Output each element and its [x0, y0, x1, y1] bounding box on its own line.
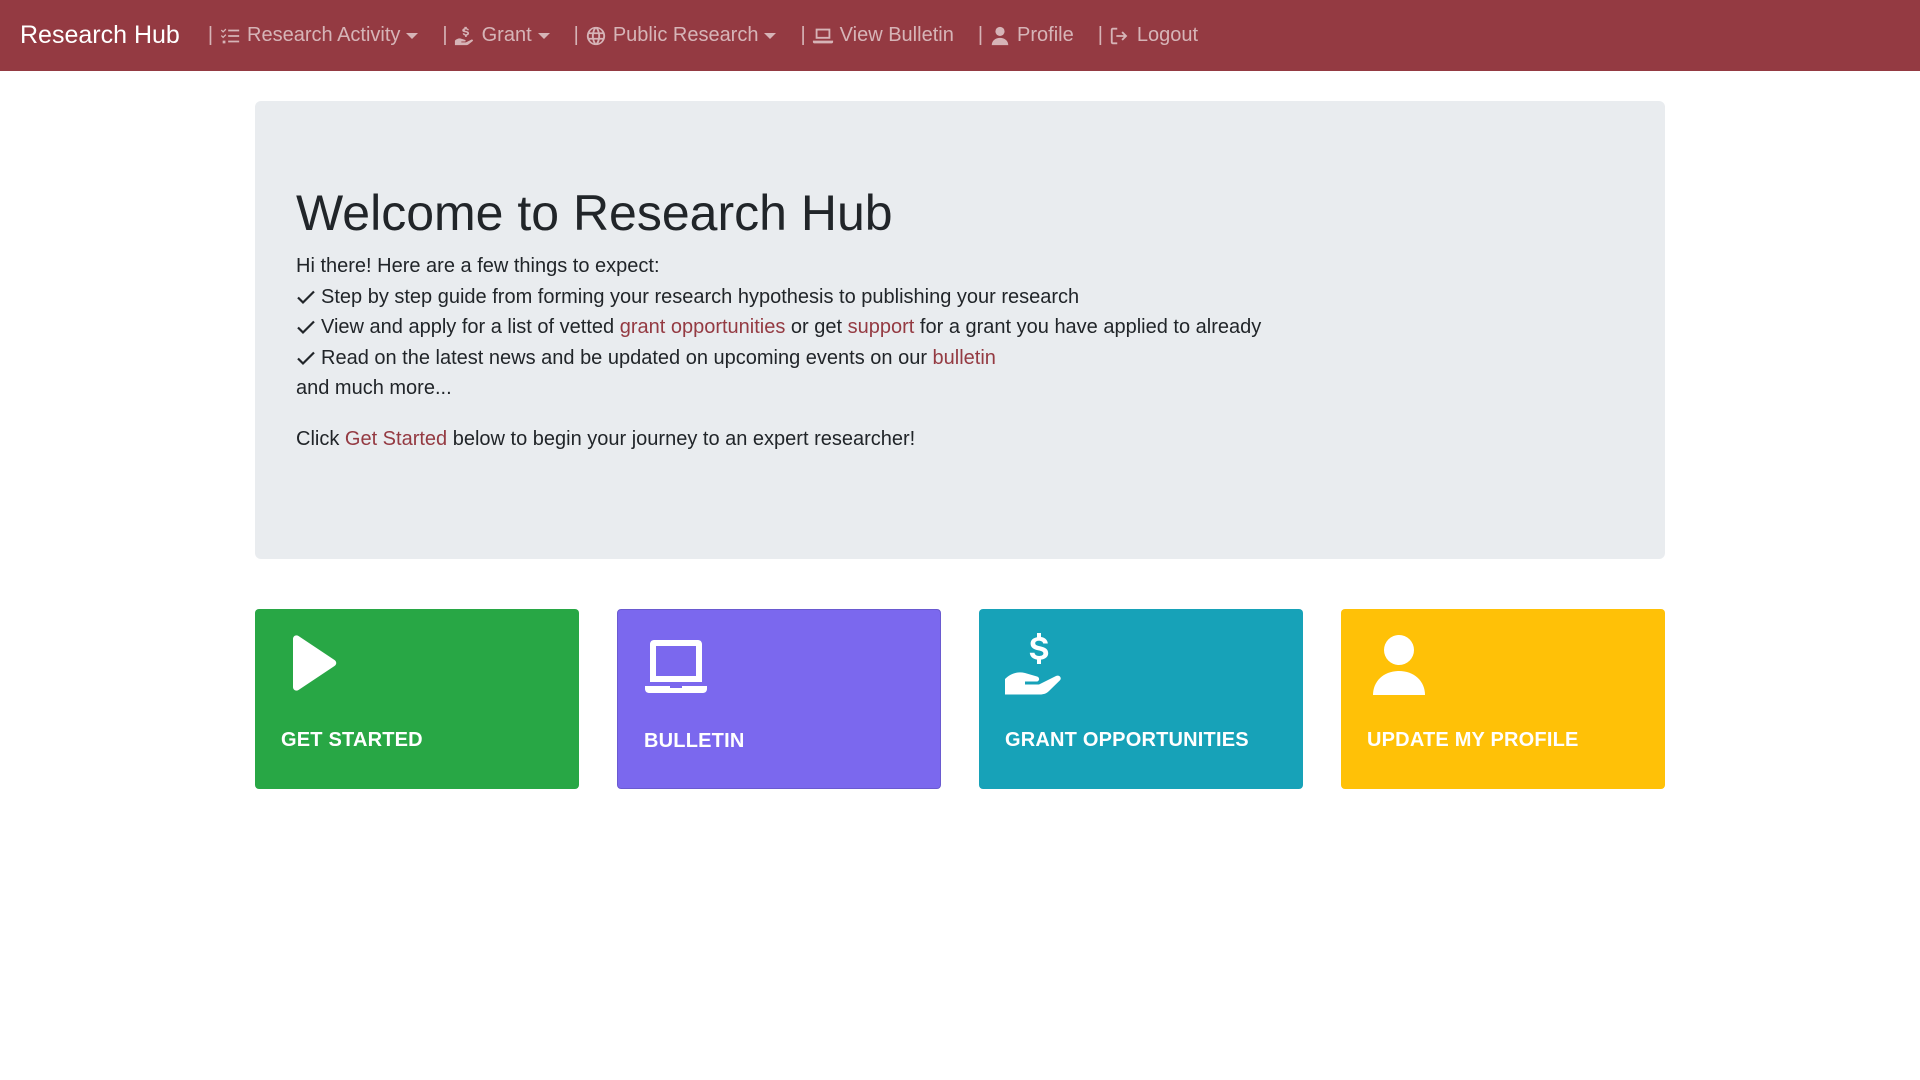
user-icon: [1367, 633, 1431, 697]
nav-separator: |: [800, 24, 806, 46]
feature-text-part: for a grant you have applied to already: [914, 316, 1262, 338]
quick-action-cards: GET STARTED BULLETIN GRANT OPPORTUNITIES…: [255, 609, 1665, 789]
intro-text: Hi there! Here are a few things to expec…: [296, 251, 1624, 282]
card-label: GRANT OPPORTUNITIES: [1005, 729, 1249, 751]
nav-profile[interactable]: | Profile: [978, 24, 1074, 47]
nav-label: View Bulletin: [839, 24, 954, 46]
nav-view-bulletin[interactable]: | View Bulletin: [800, 24, 953, 47]
nav-label: Logout: [1136, 24, 1199, 46]
brand-link[interactable]: Research Hub: [20, 21, 180, 50]
nav-separator: |: [1097, 24, 1103, 46]
play-icon: [281, 633, 345, 697]
get-started-card[interactable]: GET STARTED: [255, 609, 579, 789]
nav-label: Public Research: [612, 24, 759, 46]
cta-text: Click Get Started below to begin your jo…: [296, 424, 1624, 455]
caret-down-icon: [537, 32, 550, 39]
feature-text-part: View and apply for a list of vetted: [321, 316, 620, 338]
caret-down-icon: [406, 32, 419, 39]
bulletin-card[interactable]: BULLETIN: [617, 609, 941, 789]
nav-separator: |: [207, 24, 214, 46]
cta-text-part: Click: [296, 427, 345, 450]
more-text: and much more...: [296, 373, 1624, 404]
nav-label: Research Activity: [247, 24, 401, 46]
hand-dollar-icon: [454, 26, 473, 45]
hand-dollar-icon: [1005, 633, 1069, 697]
get-started-link[interactable]: Get Started: [345, 428, 447, 450]
feature-item: Read on the latest news and be updated o…: [296, 343, 1624, 374]
support-link[interactable]: support: [848, 316, 915, 338]
top-navbar: Research Hub | Research Activity | Grant…: [0, 0, 1920, 71]
more-label: and much more...: [296, 377, 452, 399]
intro-label: Hi there! Here are a few things to expec…: [296, 255, 660, 277]
nav-menu: | Research Activity | Grant | Public Res…: [208, 0, 1222, 71]
feature-item: View and apply for a list of vetted gran…: [296, 312, 1624, 343]
checkmark-icon: [297, 351, 315, 365]
nav-public-research[interactable]: | Public Research: [574, 24, 777, 47]
welcome-jumbotron: Welcome to Research Hub Hi there! Here a…: [255, 101, 1665, 559]
card-label: GET STARTED: [281, 729, 423, 751]
bulletin-link[interactable]: bulletin: [933, 347, 996, 369]
user-icon: [991, 26, 1009, 45]
cta-text-content: Click Get Started below to begin your jo…: [296, 424, 915, 455]
laptop-icon: [812, 28, 833, 43]
feature-text: Read on the latest news and be updated o…: [321, 343, 996, 374]
card-label: BULLETIN: [644, 730, 745, 752]
nav-separator: |: [977, 24, 984, 46]
feature-item: Step by step guide from forming your res…: [296, 282, 1624, 313]
cta-text-part: below to begin your journey to an expert…: [447, 427, 916, 450]
feature-text: Step by step guide from forming your res…: [321, 285, 1080, 308]
feature-text: View and apply for a list of vetted gran…: [321, 312, 1261, 343]
globe-icon: [586, 26, 606, 45]
nav-grant[interactable]: | Grant: [442, 24, 550, 47]
page-title: Welcome to Research Hub: [296, 185, 893, 241]
nav-label: Grant: [481, 24, 532, 46]
grant-opportunities-card[interactable]: GRANT OPPORTUNITIES: [979, 609, 1303, 789]
checkmark-icon: [297, 290, 315, 304]
logout-icon: [1110, 27, 1128, 44]
update-profile-card[interactable]: UPDATE MY PROFILE: [1341, 609, 1665, 789]
feature-text-part: or get: [785, 316, 848, 338]
list-check-icon: [220, 28, 240, 43]
feature-text-part: Read on the latest news and be updated o…: [321, 346, 933, 369]
caret-down-icon: [764, 32, 777, 39]
grant-opportunities-link[interactable]: grant opportunities: [620, 316, 786, 338]
nav-label: Profile: [1017, 24, 1074, 46]
checkmark-icon: [297, 320, 315, 335]
nav-research-activity[interactable]: | Research Activity: [208, 24, 419, 47]
nav-separator: |: [573, 24, 579, 46]
nav-logout[interactable]: | Logout: [1098, 24, 1198, 47]
laptop-icon: [644, 634, 708, 698]
card-label: UPDATE MY PROFILE: [1367, 729, 1579, 751]
nav-separator: |: [442, 24, 448, 46]
